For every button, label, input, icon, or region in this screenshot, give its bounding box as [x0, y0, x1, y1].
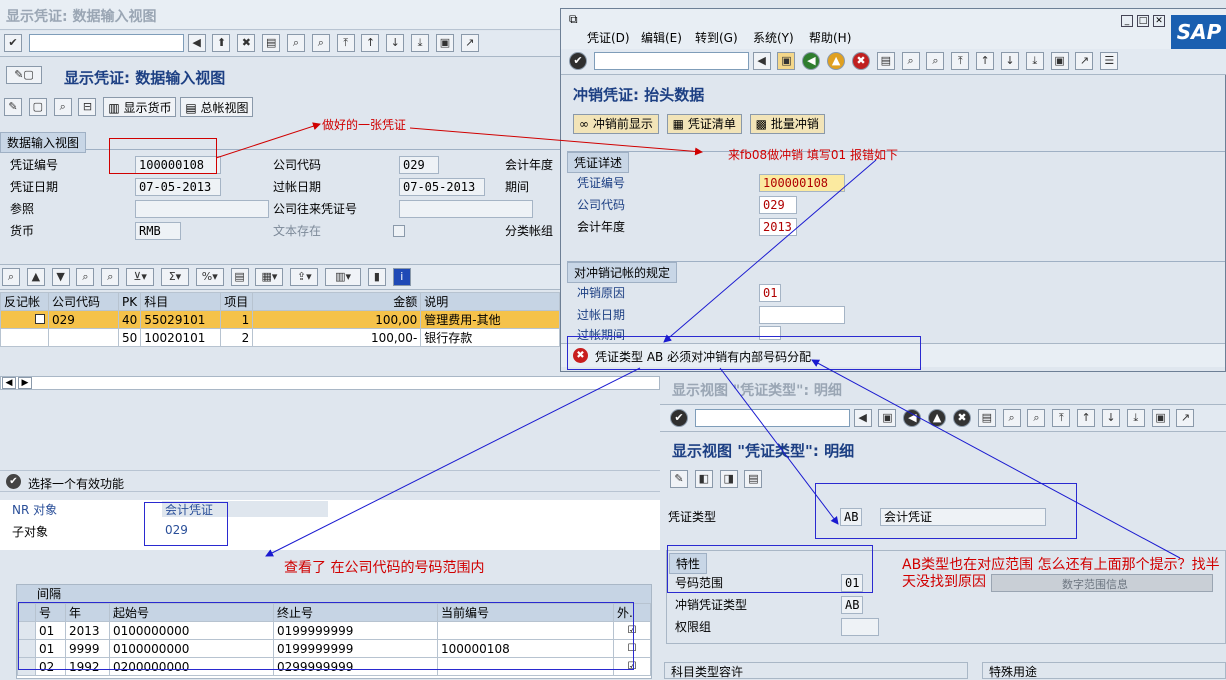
- arrow-blue-1: [663, 159, 877, 343]
- arrow-red-1: [215, 122, 321, 159]
- arrow-blue-2: [265, 367, 641, 557]
- arrow-red-2: [409, 127, 703, 156]
- annotation-arrows: [215, 122, 1181, 559]
- arrow-blue-4: [811, 359, 1181, 559]
- arrow-blue-3: [719, 367, 839, 525]
